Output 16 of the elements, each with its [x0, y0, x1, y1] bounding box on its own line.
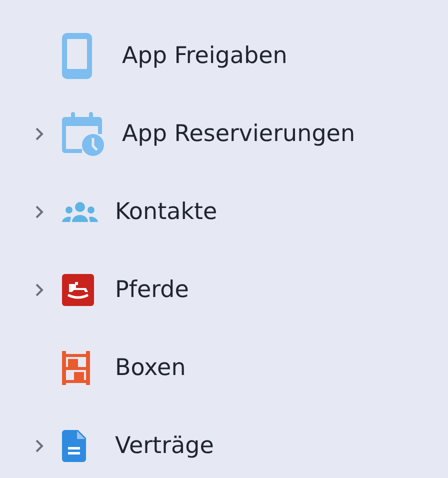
chevron-icon[interactable]	[35, 283, 44, 297]
shelf-icon	[62, 351, 90, 385]
document-icon	[62, 430, 86, 462]
sidebar-item-label[interactable]: App Freigaben	[122, 38, 288, 74]
chevron-icon[interactable]	[35, 439, 44, 453]
chevron-icon[interactable]	[35, 127, 44, 141]
calendar-icon	[62, 112, 104, 156]
sidebar-item-label[interactable]: Pferde	[115, 272, 189, 308]
sidebar-item-label[interactable]: Kontakte	[115, 194, 218, 230]
sidebar-item-label[interactable]: Boxen	[115, 350, 186, 386]
tablet-icon	[62, 33, 92, 79]
people-icon	[62, 202, 98, 222]
chevron-icon[interactable]	[35, 205, 44, 219]
sidebar-item-label[interactable]: App Reservierungen	[122, 116, 356, 152]
sidebar-item-label[interactable]: Verträge	[115, 428, 214, 464]
rocking-horse-icon	[62, 274, 94, 306]
